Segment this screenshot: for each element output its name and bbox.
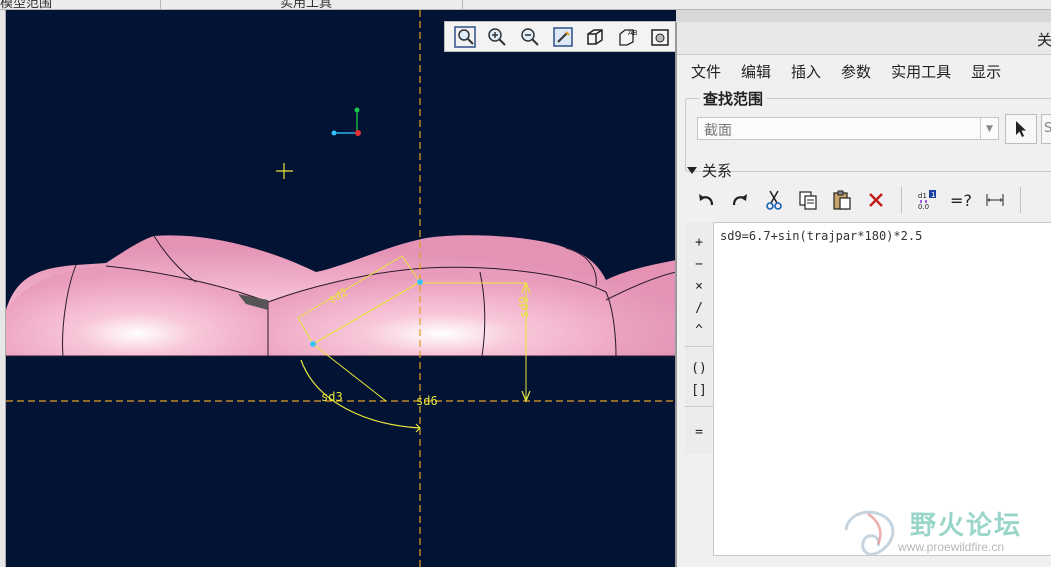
model-canvas[interactable]: sd9 sd3 sd6 sd2	[6, 10, 676, 567]
delete-button[interactable]	[861, 185, 891, 215]
operator-plus-button[interactable]: +	[687, 232, 711, 252]
operator-brackets-button[interactable]: []	[687, 380, 711, 400]
zoom-in-icon	[488, 27, 507, 46]
relations-dialog: 关 文件 编辑 插入 参数 实用工具 显示 查找范围 截面 ▼ S 关系	[675, 22, 1051, 567]
undo-icon	[699, 194, 714, 206]
lookup-legend: 查找范围	[699, 88, 768, 109]
operator-divider	[685, 346, 713, 347]
menu-parameters[interactable]: 参数	[841, 61, 871, 82]
spin-center-icon	[276, 163, 293, 179]
coordinate-triad-icon	[331, 107, 361, 136]
svg-text:1: 1	[931, 191, 935, 199]
zoom-refit-icon	[454, 25, 476, 48]
annotation-display-button[interactable]: AB	[613, 24, 643, 50]
relations-section-header[interactable]: 关系	[687, 160, 732, 181]
svg-text:0.0: 0.0	[918, 203, 929, 211]
graphics-viewport[interactable]: sd9 sd3 sd6 sd2	[6, 10, 676, 567]
redo-button[interactable]	[725, 185, 755, 215]
app-window: 模型范围 实用工具 sd9 sd3 sd6 sd2 AB 关 文件 编辑 插入 …	[0, 0, 1051, 567]
operator-equals-button[interactable]: =	[687, 422, 711, 442]
tab-divider	[462, 0, 463, 10]
svg-text:AB: AB	[628, 29, 638, 37]
paste-button[interactable]	[827, 185, 857, 215]
zoom-in-button[interactable]	[483, 24, 513, 50]
dim-label-sd3[interactable]: sd3	[321, 390, 343, 404]
dimension-values-icon: d1 10.0	[918, 190, 936, 211]
operator-minus-button[interactable]: −	[687, 254, 711, 274]
lookup-combo-value: 截面	[704, 123, 732, 139]
menu-insert[interactable]: 插入	[791, 61, 821, 82]
relations-header-label: 关系	[702, 162, 733, 180]
operator-power-button[interactable]: ^	[687, 320, 711, 340]
evaluate-label: =?	[950, 190, 972, 210]
delete-x-icon	[869, 193, 883, 207]
dialog-title-bar[interactable]: 关	[677, 22, 1051, 55]
select-pick-button[interactable]	[1005, 114, 1037, 144]
watermark-url: www.proewildfire.cn	[898, 540, 1005, 554]
copy-button[interactable]	[793, 185, 823, 215]
saved-views-button[interactable]	[645, 24, 675, 50]
switch-dimensions-button[interactable]: d1 1 0.0	[912, 185, 942, 215]
cut-button[interactable]	[759, 185, 789, 215]
menu-display[interactable]: 显示	[971, 61, 1001, 82]
chevron-down-icon[interactable]: ▼	[980, 118, 998, 139]
paste-icon	[833, 190, 851, 210]
zoom-out-button[interactable]	[515, 24, 545, 50]
scissors-icon	[766, 190, 782, 210]
dim-label-sd9[interactable]: sd9	[517, 296, 531, 318]
menu-file[interactable]: 文件	[691, 61, 721, 82]
undo-button[interactable]	[691, 185, 721, 215]
dim-label-sd6[interactable]: sd6	[416, 394, 438, 408]
measure-button[interactable]	[980, 185, 1010, 215]
operator-divider	[685, 406, 713, 407]
repaint-button[interactable]	[548, 24, 578, 50]
dialog-menubar: 文件 编辑 插入 参数 实用工具 显示	[677, 56, 1051, 86]
relations-toolbar: d1 1 0.0 =?	[691, 182, 1051, 218]
operator-column: + − × / ^ () [] =	[685, 222, 713, 454]
zoom-refit-button[interactable]	[450, 24, 480, 50]
relation-line[interactable]: sd9=6.7+sin(trajpar*180)*2.5	[720, 229, 1048, 243]
dialog-title: 关	[1037, 31, 1051, 49]
annotation-display-icon: AB	[619, 29, 638, 46]
toolbar-divider	[1020, 187, 1021, 213]
saved-views-icon	[651, 28, 669, 46]
redo-icon	[732, 194, 747, 206]
lookup-side-button[interactable]: S	[1041, 114, 1051, 144]
display-style-button[interactable]	[580, 24, 610, 50]
view-toolbar: AB	[444, 21, 676, 52]
menu-edit[interactable]: 编辑	[741, 61, 771, 82]
measure-distance-icon	[986, 194, 1004, 206]
display-style-icon	[587, 28, 603, 45]
pointer-arrow-icon	[1016, 121, 1026, 137]
tab-divider	[160, 0, 161, 10]
svg-text:d1: d1	[918, 192, 927, 200]
operator-divide-button[interactable]: /	[687, 298, 711, 318]
collapse-triangle-icon[interactable]	[687, 167, 697, 174]
repaint-icon	[552, 26, 573, 47]
toolbar-divider	[901, 187, 902, 213]
watermark-title: 野火论坛	[910, 511, 1023, 541]
top-tab-strip: 模型范围 实用工具	[0, 0, 1051, 11]
evaluate-button[interactable]: =?	[946, 185, 976, 215]
operator-parentheses-button[interactable]: ()	[687, 358, 711, 378]
operator-multiply-button[interactable]: ×	[687, 276, 711, 296]
zoom-out-icon	[521, 27, 539, 46]
copy-icon	[799, 191, 817, 210]
lookup-combo[interactable]: 截面 ▼	[697, 117, 999, 140]
menu-utilities[interactable]: 实用工具	[891, 61, 951, 82]
